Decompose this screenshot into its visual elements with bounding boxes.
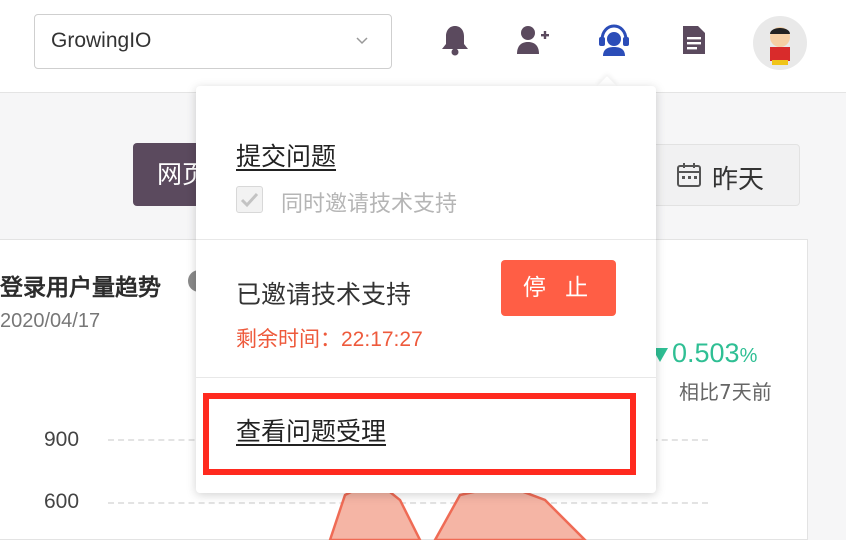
support-status-text: 已邀请技术支持	[236, 280, 412, 309]
menu-divider	[196, 239, 656, 240]
checkmark-icon	[240, 192, 259, 208]
menu-divider	[196, 377, 656, 378]
remaining-time: 剩余时间：22:17:27	[236, 327, 423, 351]
stop-button[interactable]: 停 止	[501, 260, 616, 316]
invite-support-label: 同时邀请技术支持	[281, 192, 458, 217]
series-area	[433, 483, 587, 540]
highlight-box	[203, 393, 636, 475]
submit-issue-link[interactable]: 提交问题	[236, 137, 336, 173]
invite-support-checkbox[interactable]	[236, 186, 263, 213]
